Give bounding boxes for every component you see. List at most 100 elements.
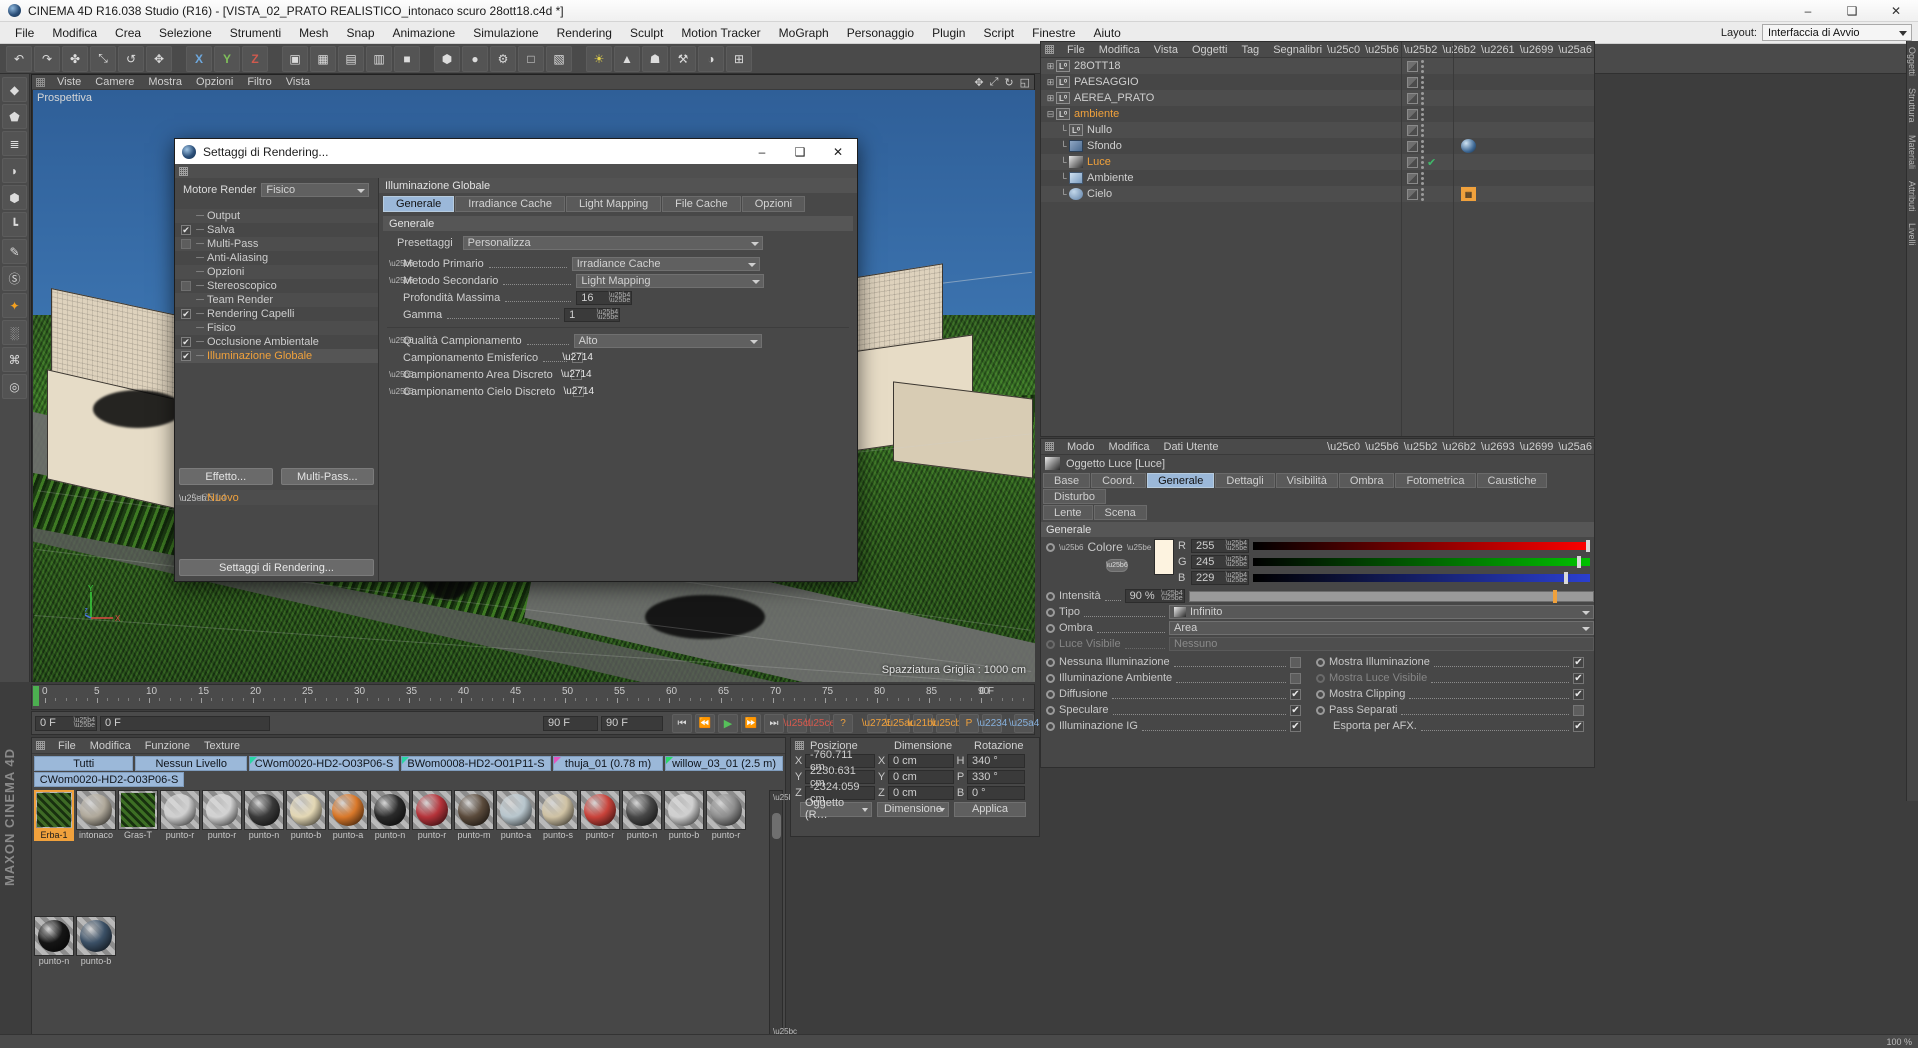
color-b-field[interactable]: 229 \u25b4 \u25be — [1191, 571, 1249, 585]
viewport-menu-filtro[interactable]: Filtro — [240, 76, 278, 88]
material-swatch[interactable] — [664, 790, 704, 830]
am-menu-modifica[interactable]: Modifica — [1102, 441, 1157, 453]
attr-tab-visibilit[interactable]: Visibilità — [1275, 473, 1338, 488]
layer-icon[interactable]: \u2261 — [1481, 44, 1515, 56]
material-tag-icon[interactable] — [1461, 139, 1476, 153]
left-tool-2[interactable]: ≣ — [2, 131, 27, 156]
object-row[interactable]: └ Cielo ▦ — [1041, 186, 1594, 202]
intensity-field[interactable]: 90 % \u25b4 \u25be — [1124, 589, 1185, 603]
time-start-field[interactable]: 0 F \u25b4 \u25be — [35, 715, 97, 731]
filter-icon[interactable]: \u25b2 — [1404, 44, 1438, 56]
render-tree-row[interactable]: ─ Output — [175, 209, 378, 223]
mat-menu-file[interactable]: File — [51, 740, 83, 752]
chevron-right-icon[interactable]: \u25b6 — [1059, 543, 1083, 552]
toolbar-button-10[interactable]: ▦ — [310, 45, 336, 72]
menu-item-animazione[interactable]: Animazione — [384, 24, 465, 42]
search-icon[interactable]: \u26b2 — [1442, 44, 1476, 56]
material-swatch[interactable] — [76, 915, 116, 956]
menu-item-selezione[interactable]: Selezione — [150, 24, 221, 42]
go-to-end-button[interactable]: ⏭ — [764, 713, 784, 733]
autokey-button[interactable]: \u25ce — [805, 713, 835, 733]
twirl-icon[interactable]: ⊞ — [1045, 93, 1056, 104]
play-button[interactable]: ▶ — [718, 713, 738, 733]
chevron-right-icon[interactable]: \u25b6 — [389, 370, 413, 379]
material-swatch[interactable] — [34, 915, 74, 956]
material-swatch[interactable] — [34, 790, 74, 830]
coord-size-button[interactable]: Dimensione — [877, 801, 949, 817]
render-settings-bottom-button[interactable]: Settaggi di Rendering... — [179, 559, 374, 576]
right-tab-materiali[interactable]: Materiali — [1907, 129, 1917, 175]
material-cell[interactable]: punto-n — [244, 790, 284, 914]
gi-tab-file-cache[interactable]: File Cache — [662, 196, 741, 212]
color-g-slider[interactable] — [1253, 556, 1590, 568]
menu-item-aiuto[interactable]: Aiuto — [1085, 24, 1130, 42]
render-tree-row[interactable]: ✔ ─ Illuminazione Globale — [175, 349, 378, 363]
object-row[interactable]: ⊟ L⁰ ambiente — [1041, 106, 1594, 122]
go-to-start-button[interactable]: ⏮ — [672, 713, 692, 733]
chevron-right-icon[interactable]: \u25b6 — [389, 276, 413, 285]
toolbar-button-7[interactable]: Y — [214, 45, 240, 72]
grip-icon[interactable] — [1045, 45, 1054, 54]
option-animate-radio[interactable] — [1046, 721, 1055, 731]
toolbar-button-6[interactable]: X — [186, 45, 212, 72]
option-animate-radio[interactable] — [1046, 705, 1055, 715]
visibility-toggle[interactable] — [1407, 60, 1418, 72]
toolbar-button-19[interactable]: ☀ — [586, 45, 612, 72]
render-tree-checkbox[interactable]: ✔ — [181, 225, 191, 235]
menu-item-simulazione[interactable]: Simulazione — [464, 24, 547, 42]
render-tree-checkbox[interactable]: ✔ — [181, 351, 191, 361]
render-tree-row[interactable]: ─ Stereoscopico — [175, 279, 378, 293]
coord-rotation-field[interactable]: 0 ° — [967, 786, 1025, 800]
material-swatch[interactable] — [580, 790, 620, 830]
material-swatch[interactable] — [370, 790, 410, 830]
type-dropdown[interactable]: Infinito — [1169, 605, 1594, 619]
attr-tab-disturbo[interactable]: Disturbo — [1043, 489, 1106, 504]
sky-tag-icon[interactable]: ▦ — [1461, 187, 1476, 201]
toolbar-button-1[interactable]: ↷ — [34, 45, 60, 72]
step-forward-button[interactable]: ⏩ — [741, 713, 761, 733]
om-menu-tag[interactable]: Tag — [1234, 44, 1266, 56]
toolbar-button-18[interactable]: ▧ — [546, 45, 572, 72]
left-tool-6[interactable]: ✎ — [2, 239, 27, 264]
visibility-toggle[interactable] — [1407, 156, 1418, 168]
toolbar-button-12[interactable]: ▥ — [366, 45, 392, 72]
layout-toggle-button[interactable]: \u25a4 — [1009, 713, 1039, 733]
material-swatch[interactable] — [160, 790, 200, 830]
toolbar-button-20[interactable]: ▲ — [614, 45, 640, 72]
discrete-area-sampling-checkbox[interactable]: \u2714 — [561, 369, 592, 380]
attr-tab-scena[interactable]: Scena — [1093, 505, 1147, 520]
gi-tab-light-mapping[interactable]: Light Mapping — [566, 196, 662, 212]
material-swatch[interactable] — [706, 790, 746, 830]
layout-dropdown[interactable]: Interfaccia di Avvio — [1762, 24, 1912, 41]
color-b-slider[interactable] — [1253, 572, 1590, 584]
left-tool-5[interactable]: ┗ — [2, 212, 27, 237]
next-icon[interactable]: \u25b6 — [1365, 44, 1399, 56]
hemispheric-sampling-checkbox[interactable]: \u2714 — [562, 352, 593, 363]
object-row[interactable]: ⊞ L⁰ 28OTT18 — [1041, 58, 1594, 74]
mat-menu-modifica[interactable]: Modifica — [83, 740, 138, 752]
material-cell[interactable]: punto-n — [370, 790, 410, 914]
toolbar-button-22[interactable]: ⚒ — [670, 45, 696, 72]
toolbar-button-11[interactable]: ▤ — [338, 45, 364, 72]
render-tree-checkbox[interactable]: ✔ — [181, 309, 191, 319]
dots-button[interactable]: \u2234 — [977, 713, 1007, 733]
gear-icon[interactable]: \u2699 — [1520, 44, 1554, 56]
toolbar-button-2[interactable]: ✤ — [62, 45, 88, 72]
option-animate-radio[interactable] — [1316, 673, 1325, 683]
toolbar-button-8[interactable]: Z — [242, 45, 268, 72]
twirl-icon[interactable]: └ — [1058, 157, 1069, 167]
left-tool-1[interactable]: ⬟ — [2, 104, 27, 129]
render-tree-checkbox[interactable] — [181, 239, 191, 249]
attr-tab-ombra[interactable]: Ombra — [1338, 473, 1395, 488]
material-chip[interactable]: Nessun Livello — [135, 756, 247, 771]
menu-item-mograph[interactable]: MoGraph — [770, 24, 838, 42]
option-checkbox[interactable] — [1290, 672, 1301, 684]
multipass-button[interactable]: Multi-Pass... — [280, 468, 374, 485]
material-swatch[interactable] — [538, 790, 578, 830]
menu-item-motion-tracker[interactable]: Motion Tracker — [672, 24, 769, 42]
right-tab-attributi[interactable]: Attributi — [1907, 175, 1917, 218]
material-swatch[interactable] — [454, 790, 494, 830]
option-animate-radio[interactable] — [1316, 689, 1325, 699]
visibility-toggle[interactable] — [1407, 92, 1418, 104]
render-tree-row[interactable]: ✔ ─ Occlusione Ambientale — [175, 335, 378, 349]
